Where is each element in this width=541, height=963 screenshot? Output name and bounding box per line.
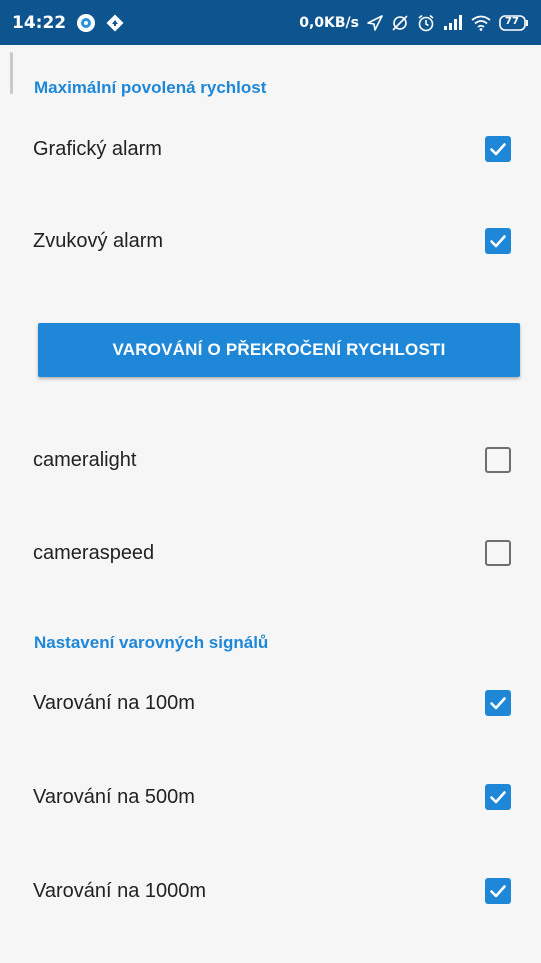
setting-label: Zvukový alarm <box>33 229 164 252</box>
checkbox-checked[interactable] <box>485 690 511 716</box>
setting-label: cameraspeed <box>33 541 155 564</box>
setting-label: Varování na 1000m <box>33 879 207 902</box>
setting-row-cameralight[interactable]: cameralight <box>0 430 541 490</box>
navigation-icon <box>106 14 124 32</box>
setting-label: Grafický alarm <box>33 137 162 160</box>
speeding-warning-button[interactable]: VAROVÁNÍ O PŘEKROČENÍ RYCHLOSTI <box>38 323 520 377</box>
setting-row-warning-1000m[interactable]: Varování na 1000m <box>0 861 541 921</box>
location-arrow-icon <box>367 14 383 31</box>
checkbox-unchecked[interactable] <box>485 540 511 566</box>
status-time: 14:22 <box>12 12 67 33</box>
battery-icon: 77 <box>499 14 529 31</box>
wifi-icon <box>471 15 491 31</box>
section-header-speed-limit: Maximální povolená rychlost <box>34 78 267 97</box>
setting-row-warning-500m[interactable]: Varování na 500m <box>0 767 541 827</box>
app-notification-icon <box>76 13 96 33</box>
setting-row-warning-100m[interactable]: Varování na 100m <box>0 673 541 733</box>
setting-label: Varování na 100m <box>33 691 195 714</box>
checkbox-checked[interactable] <box>485 784 511 810</box>
setting-label: cameralight <box>33 448 137 471</box>
status-bar-left: 14:22 <box>12 13 124 33</box>
setting-row-cameraspeed[interactable]: cameraspeed <box>0 523 541 583</box>
status-bar-right: 0,0KB/s 77 <box>299 14 529 32</box>
setting-label: Varování na 500m <box>33 785 195 808</box>
sync-off-icon <box>391 14 409 32</box>
checkbox-checked[interactable] <box>485 228 511 254</box>
section-header-warning-signals: Nastavení varovných signálů <box>34 633 269 652</box>
battery-level: 77 <box>505 15 519 27</box>
checkbox-unchecked[interactable] <box>485 447 511 473</box>
status-bar: 14:22 0,0KB/s 77 <box>0 0 541 45</box>
setting-row-sound-alarm[interactable]: Zvukový alarm <box>0 211 541 271</box>
signal-icon <box>443 14 463 31</box>
checkbox-checked[interactable] <box>485 878 511 904</box>
scroll-indicator[interactable] <box>10 52 13 94</box>
network-speed: 0,0KB/s <box>299 14 359 31</box>
alarm-icon <box>417 14 435 32</box>
setting-row-graphic-alarm[interactable]: Grafický alarm <box>0 119 541 179</box>
checkbox-checked[interactable] <box>485 136 511 162</box>
